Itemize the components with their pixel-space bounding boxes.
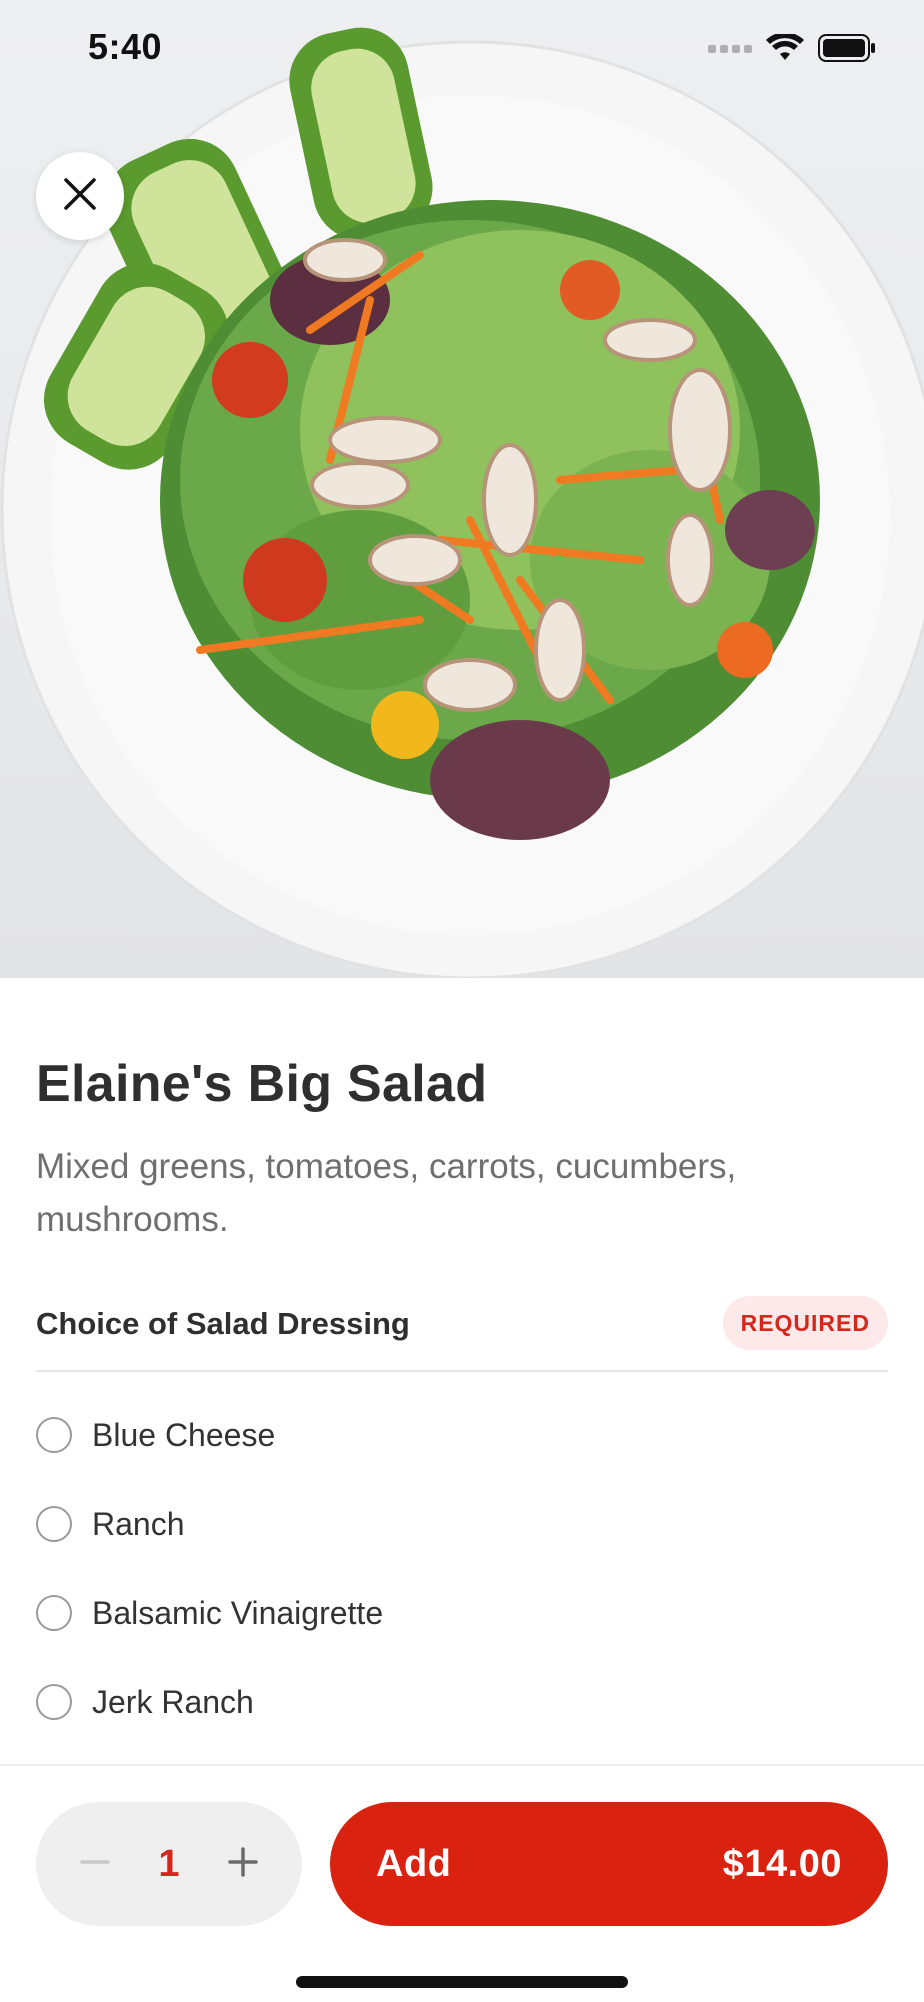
add-to-cart-button[interactable]: Add $14.00	[330, 1802, 888, 1926]
option-ranch[interactable]: Ranch	[36, 1484, 888, 1564]
home-indicator	[296, 1976, 628, 1988]
close-icon	[63, 177, 97, 216]
radio-button[interactable]	[36, 1595, 72, 1631]
product-image	[0, 0, 924, 978]
item-title: Elaine's Big Salad	[36, 1055, 488, 1113]
option-blue-cheese[interactable]: Blue Cheese	[36, 1395, 888, 1475]
increment-button[interactable]	[218, 1839, 268, 1889]
status-bar: 5:40	[0, 0, 924, 100]
quantity-value: 1	[158, 1842, 180, 1885]
add-button-price: $14.00	[722, 1842, 842, 1885]
order-footer: 1 Add $14.00	[0, 1764, 924, 2002]
salad-plate-illustration	[0, 27, 924, 978]
option-jerk-ranch[interactable]: Jerk Ranch	[36, 1662, 888, 1742]
option-label: Blue Cheese	[92, 1416, 276, 1453]
modifier-group-title: Choice of Salad Dressing	[36, 1306, 410, 1341]
close-button[interactable]	[36, 152, 124, 240]
decrement-button[interactable]	[70, 1839, 120, 1889]
radio-button[interactable]	[36, 1684, 72, 1720]
option-label: Balsamic Vinaigrette	[92, 1594, 384, 1631]
required-badge: REQUIRED	[722, 1296, 888, 1350]
status-icons	[708, 32, 876, 67]
option-label: Jerk Ranch	[92, 1683, 254, 1720]
add-button-label: Add	[376, 1842, 452, 1885]
radio-button[interactable]	[36, 1417, 72, 1453]
quantity-stepper: 1	[36, 1802, 302, 1926]
option-label: Ranch	[92, 1505, 185, 1542]
wifi-icon	[766, 32, 804, 67]
plus-icon	[228, 1846, 258, 1882]
option-balsamic-vinaigrette[interactable]: Balsamic Vinaigrette	[36, 1573, 888, 1653]
modifier-group-header: Choice of Salad Dressing REQUIRED	[36, 1296, 888, 1372]
battery-icon	[818, 34, 876, 67]
radio-button[interactable]	[36, 1506, 72, 1542]
minus-icon	[80, 1847, 110, 1882]
status-time: 5:40	[88, 26, 163, 67]
item-description: Mixed greens, tomatoes, carrots, cucumbe…	[36, 1147, 737, 1239]
cellular-signal-icon	[708, 41, 752, 60]
